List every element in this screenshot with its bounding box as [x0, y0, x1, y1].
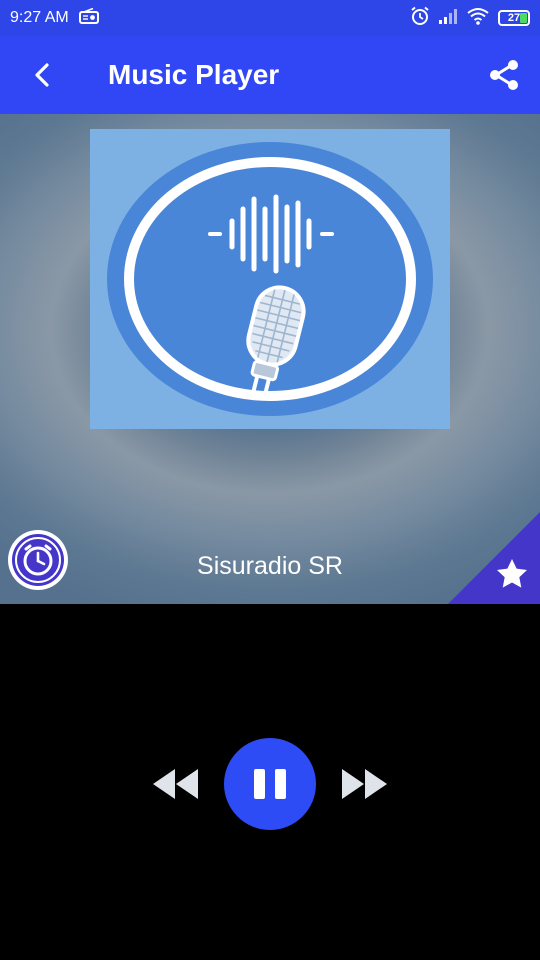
battery-icon: 27: [498, 10, 530, 26]
battery-level: 27: [507, 12, 521, 24]
pause-icon: [254, 769, 265, 799]
back-arrow-icon: [35, 63, 49, 87]
pause-button[interactable]: [224, 738, 316, 830]
playback-controls: [0, 738, 540, 830]
app-bar: Music Player: [0, 36, 540, 114]
radio-icon: [78, 7, 99, 29]
station-artwork: [90, 129, 450, 429]
status-time: 9:27 AM: [10, 9, 69, 26]
signal-icon: [438, 7, 458, 30]
share-button[interactable]: [468, 36, 540, 114]
rewind-icon: [153, 769, 198, 799]
share-icon: [490, 60, 518, 90]
rewind-button[interactable]: [146, 759, 206, 809]
fast-forward-icon: [342, 769, 387, 799]
favorite-button[interactable]: [448, 512, 540, 604]
alarm-icon: [410, 6, 430, 31]
microphone-soundwave-logo: [107, 142, 433, 416]
fast-forward-button[interactable]: [334, 759, 394, 809]
status-bar: 9:27 AM 27: [0, 0, 540, 36]
now-playing-panel: Sisuradio SR: [0, 114, 540, 604]
page-title: Music Player: [108, 59, 280, 90]
back-button[interactable]: [0, 36, 84, 114]
wifi-icon: [466, 7, 490, 30]
